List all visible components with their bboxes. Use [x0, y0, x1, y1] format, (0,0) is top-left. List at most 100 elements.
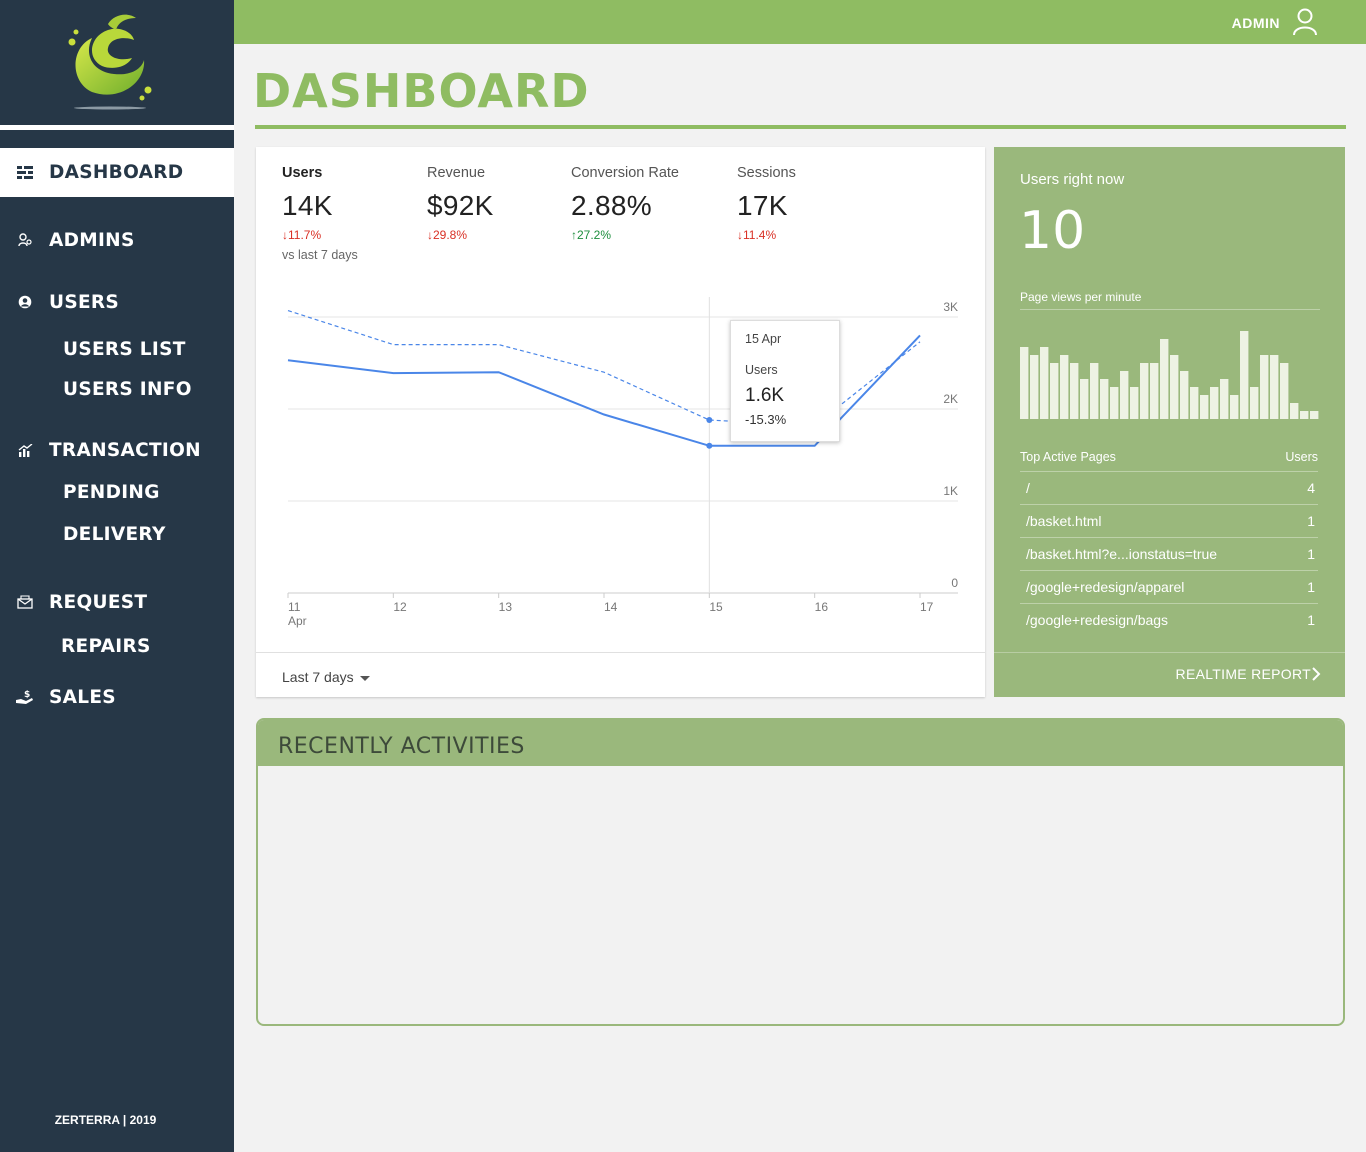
pageview-bar — [1130, 387, 1139, 419]
nav-label: USERS — [49, 291, 120, 313]
metric-delta: ↓11.4% — [737, 228, 777, 242]
logo-area — [0, 0, 234, 125]
chart-tooltip: 15 Apr Users 1.6K -15.3% — [730, 320, 840, 442]
nav-sales[interactable]: $ SALES — [0, 685, 234, 709]
pageview-bar — [1220, 379, 1229, 419]
row-page: /google+redesign/apparel — [1026, 579, 1185, 595]
table-row[interactable]: /google+redesign/bags 1 — [1020, 603, 1318, 636]
pageview-bar — [1190, 387, 1199, 419]
x-tick-label: 14 — [604, 600, 618, 614]
top-pages-list: /4 /basket.html 1 /basket.html?e...ionsta… — [1020, 471, 1318, 636]
table-row[interactable]: /google+redesign/apparel 1 — [1020, 570, 1318, 603]
chart-icon — [16, 441, 34, 459]
nav-users-list[interactable]: USERS LIST — [63, 339, 186, 360]
table-row[interactable]: /4 — [1020, 471, 1318, 504]
envelope-icon — [16, 593, 34, 611]
user-circle-icon — [16, 293, 34, 311]
pageview-bar — [1050, 363, 1059, 419]
card-divider — [256, 652, 985, 653]
title-divider — [255, 125, 1346, 129]
pageview-bar — [1290, 403, 1299, 419]
row-users: 4 — [1307, 480, 1315, 496]
row-users: 1 — [1307, 513, 1315, 529]
pageviews-bar-chart — [1020, 331, 1319, 419]
metric-delta: ↑27.2% — [571, 228, 612, 242]
pageview-bar — [1030, 355, 1039, 419]
metric-revenue[interactable]: Revenue $92K ↓29.8% — [427, 165, 494, 242]
dashboard-icon — [16, 164, 34, 182]
footer-copyright: ZERTERRA | 2019 — [54, 1113, 157, 1127]
pageview-bar — [1310, 411, 1319, 419]
nav-label: REQUEST — [49, 591, 148, 613]
nav-label: TRANSACTION — [49, 439, 201, 461]
row-page: / — [1026, 480, 1030, 496]
pageviews-label: Page views per minute — [1020, 290, 1142, 304]
overview-card: Users 14K ↓11.7% vs last 7 days Revenue … — [256, 147, 985, 697]
nav-repairs[interactable]: REPAIRS — [61, 636, 151, 657]
pageview-bar — [1170, 355, 1179, 419]
metric-note: vs last 7 days — [282, 248, 358, 262]
pageview-bar — [1070, 363, 1079, 419]
realtime-report-link[interactable]: REALTIME REPORT — [1176, 666, 1311, 682]
metric-label: Users — [282, 165, 323, 181]
admins-icon — [16, 231, 34, 249]
metric-value: 14K — [282, 190, 333, 221]
metric-label: Conversion Rate — [571, 165, 679, 181]
realtime-title: Users right now — [1020, 171, 1125, 188]
y-tick-label: 0 — [951, 576, 958, 590]
date-range-dropdown[interactable]: Last 7 days — [282, 669, 370, 685]
nav-transaction[interactable]: TRANSACTION — [0, 438, 234, 462]
row-users: 1 — [1307, 546, 1315, 562]
pageview-bar — [1200, 395, 1209, 419]
divider — [1020, 309, 1320, 310]
pageview-bar — [1280, 363, 1289, 419]
highlight-point — [706, 442, 713, 449]
nav-admins[interactable]: ADMINS — [0, 228, 234, 252]
tooltip-series: Users — [745, 363, 778, 377]
users-line-chart[interactable]: 0 1K 2K 3K 11 12 13 14 15 16 17 Apr — [256, 287, 985, 637]
divider — [994, 652, 1345, 653]
nav-request[interactable]: REQUEST — [0, 590, 234, 614]
metric-conversion-rate[interactable]: Conversion Rate 2.88% ↑27.2% — [571, 165, 679, 242]
pageview-bar — [1160, 339, 1169, 419]
hand-money-icon: $ — [16, 688, 34, 706]
pageview-bar — [1250, 387, 1259, 419]
page-title: DASHBOARD — [253, 64, 590, 118]
metric-sessions[interactable]: Sessions 17K ↓11.4% — [737, 165, 796, 242]
pageview-bar — [1210, 387, 1219, 419]
x-tick-label: 17 — [920, 600, 934, 614]
table-row[interactable]: /basket.html 1 — [1020, 504, 1318, 537]
row-page: /google+redesign/bags — [1026, 612, 1169, 628]
x-tick-sublabel: Apr — [288, 614, 307, 628]
nav-delivery[interactable]: DELIVERY — [63, 524, 166, 545]
user-icon[interactable] — [1292, 8, 1318, 41]
pageview-bar — [1040, 347, 1049, 419]
sidebar: DASHBOARD ADMINS USERS USERS LIST USERS … — [0, 0, 234, 1152]
x-tick-label: 12 — [393, 600, 407, 614]
recent-activities-panel: RECENTLY ACTIVITIES — [256, 718, 1345, 1026]
brand-logo — [68, 14, 152, 110]
top-bar: ADMIN — [234, 0, 1366, 44]
pageview-bar — [1300, 411, 1309, 419]
user-label[interactable]: ADMIN — [1232, 15, 1280, 31]
nav-label: SALES — [49, 686, 116, 708]
row-page: /basket.html?e...ionstatus=true — [1026, 546, 1218, 562]
nav-dashboard[interactable]: DASHBOARD — [0, 148, 234, 197]
metric-users[interactable]: Users 14K ↓11.7% vs last 7 days — [282, 165, 358, 262]
pageview-bar — [1240, 331, 1249, 419]
svg-text:$: $ — [24, 690, 31, 700]
table-row[interactable]: /basket.html?e...ionstatus=true 1 — [1020, 537, 1318, 570]
y-tick-label: 3K — [943, 300, 958, 314]
nav-pending[interactable]: PENDING — [63, 482, 160, 503]
nav-users-info[interactable]: USERS INFO — [63, 379, 192, 400]
chevron-right-icon[interactable] — [1311, 667, 1321, 686]
caret-down-icon — [359, 675, 370, 681]
x-tick-label: 11 — [288, 600, 301, 614]
nav-users[interactable]: USERS — [0, 290, 234, 314]
top-pages-col-users: Users — [1285, 450, 1318, 464]
pageview-bar — [1270, 355, 1279, 419]
x-tick-label: 15 — [709, 600, 723, 614]
nav-label: DASHBOARD — [49, 162, 184, 183]
x-tick-label: 13 — [499, 600, 513, 614]
logo-separator — [0, 125, 234, 130]
